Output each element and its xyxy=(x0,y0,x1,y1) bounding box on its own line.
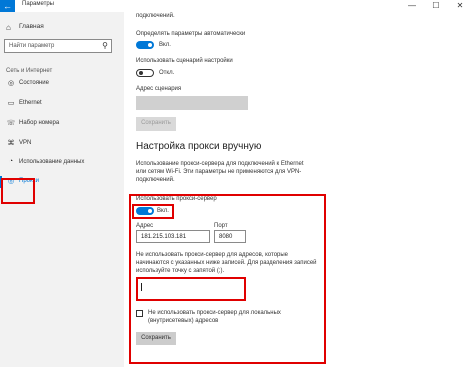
sidebar: ⌂ Главная Найти параметр ⚲ Сеть и Интерн… xyxy=(0,12,124,367)
sidebar-item-label: Ethernet xyxy=(19,100,42,106)
sidebar-item-label: Состояние xyxy=(19,80,49,86)
toggle-knob xyxy=(148,43,152,47)
setup-script-state: Откл. xyxy=(159,70,175,76)
main-content: подключений. Определять параметры автома… xyxy=(124,12,474,367)
script-address-label: Адрес сценария xyxy=(136,86,182,92)
section-title: Сеть и Интернет xyxy=(6,68,53,74)
port-label: Порт xyxy=(214,223,228,229)
address-input[interactable]: 181.215.103.181 xyxy=(136,230,210,243)
exceptions-line1: Не использовать прокси-сервер для адресо… xyxy=(136,252,289,258)
script-address-field xyxy=(136,96,248,110)
setup-script-label: Использовать сценарий настройки xyxy=(136,58,233,64)
sidebar-item-label: VPN xyxy=(19,140,32,146)
dialup-icon: ☏ xyxy=(6,120,16,127)
toggle-knob xyxy=(139,71,143,75)
port-input[interactable]: 8080 xyxy=(214,230,246,243)
minimize-button[interactable]: — xyxy=(402,0,422,12)
bypass-local-label-line1: Не использовать прокси-сервер для локаль… xyxy=(148,310,281,316)
home-link[interactable]: Главная xyxy=(19,23,44,30)
exceptions-line2: начинаются с указанных ниже записей. Для… xyxy=(136,260,317,266)
sidebar-item-status[interactable]: ◎ Состояние xyxy=(0,76,124,92)
data-usage-icon: ◔ xyxy=(8,158,14,165)
auto-detect-toggle[interactable] xyxy=(136,41,154,49)
toggle-knob xyxy=(148,209,152,213)
ethernet-icon: ▭ xyxy=(7,100,15,107)
sidebar-item-label: Использование данных xyxy=(19,159,85,165)
manual-description-line3: подключений. xyxy=(136,177,175,183)
exceptions-line3: используйте точку с запятой (;). xyxy=(136,268,225,274)
back-button[interactable]: ← xyxy=(0,0,15,12)
proxy-highlight-frame xyxy=(1,178,35,204)
script-save-button[interactable]: Сохранить xyxy=(136,117,176,131)
manual-description-line2: или сетям Wi-Fi. Эти параметры не примен… xyxy=(136,169,302,175)
manual-description-line1: Использование прокси-сервера для подключ… xyxy=(136,161,304,167)
sidebar-item-ethernet[interactable]: ▭ Ethernet xyxy=(0,96,124,112)
search-placeholder: Найти параметр xyxy=(9,43,55,49)
save-button[interactable]: Сохранить xyxy=(136,332,176,345)
globe-icon: ◎ xyxy=(7,80,15,87)
manual-proxy-heading: Настройка прокси вручную xyxy=(136,141,262,152)
text-cursor xyxy=(141,283,142,291)
cut-text: подключений. xyxy=(136,13,175,19)
bypass-local-checkbox[interactable] xyxy=(136,310,143,317)
close-button[interactable]: ✕ xyxy=(450,0,470,12)
home-icon: ⌂ xyxy=(6,23,11,32)
address-label: Адрес xyxy=(136,223,154,229)
sidebar-item-data-usage[interactable]: ◔ Использование данных xyxy=(0,155,124,171)
bypass-local-label-line2: (внутрисетевых) адресов xyxy=(148,318,219,324)
use-proxy-toggle[interactable] xyxy=(136,207,154,215)
auto-detect-label: Определять параметры автоматически xyxy=(136,31,246,37)
title-bar: ← Параметры — ☐ ✕ xyxy=(0,0,474,12)
setup-script-toggle[interactable] xyxy=(136,69,154,77)
use-proxy-state: Вкл. xyxy=(157,208,169,214)
auto-detect-state: Вкл. xyxy=(159,42,171,48)
vpn-icon: ⌘ xyxy=(7,140,15,147)
maximize-button[interactable]: ☐ xyxy=(426,0,446,12)
use-proxy-label: Использовать прокси-сервер xyxy=(136,196,217,202)
sidebar-item-dialup[interactable]: ☏ Набор номера xyxy=(0,116,124,132)
exceptions-input[interactable] xyxy=(136,277,246,301)
window-title: Параметры xyxy=(22,1,54,7)
sidebar-item-vpn[interactable]: ⌘ VPN xyxy=(0,136,124,152)
search-input[interactable]: Найти параметр ⚲ xyxy=(4,39,112,53)
sidebar-item-label: Набор номера xyxy=(19,120,60,126)
search-icon[interactable]: ⚲ xyxy=(102,41,108,50)
